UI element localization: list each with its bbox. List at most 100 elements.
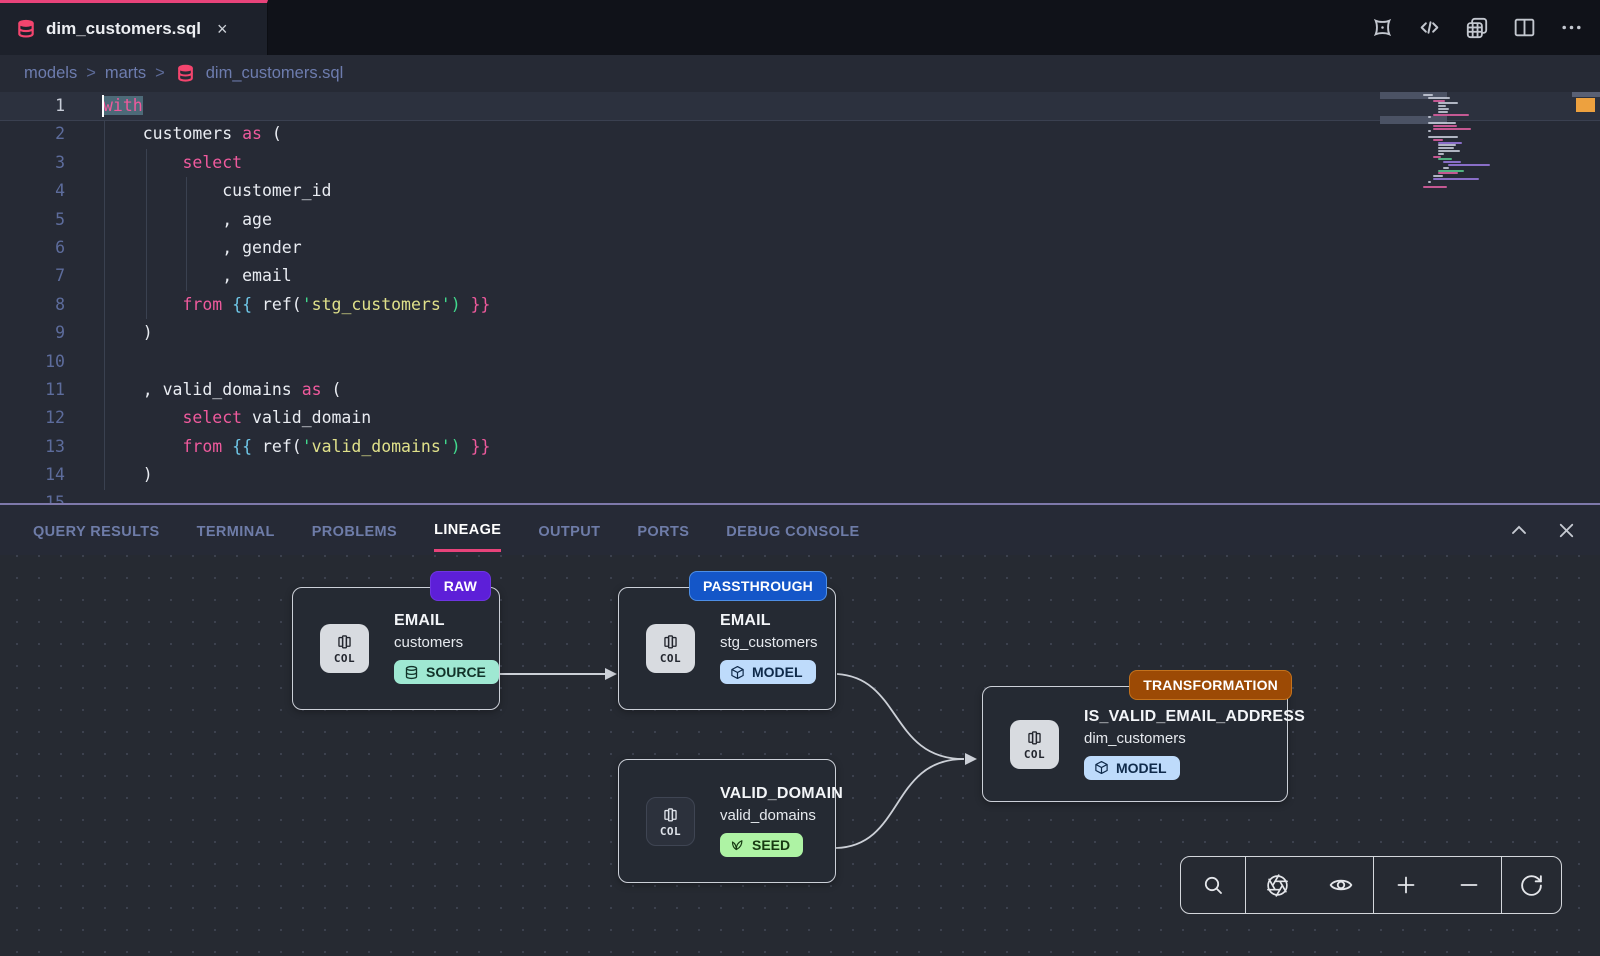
panel-tab-ports[interactable]: PORTS: [637, 510, 689, 551]
tab-dim-customers-sql[interactable]: dim_customers.sql ×: [0, 0, 268, 55]
panel-tab-bar: QUERY RESULTS TERMINAL PROBLEMS LINEAGE …: [0, 505, 1600, 555]
lineage-node-valid-domains[interactable]: COL VALID_DOMAIN valid_domains SEED: [618, 759, 836, 883]
panel-tab-output[interactable]: OUTPUT: [538, 510, 600, 551]
code-line-5[interactable]: 5 , age: [0, 206, 1600, 234]
code-line-13[interactable]: 13 from {{ ref('valid_domains') }}: [0, 433, 1600, 461]
line-number: 4: [0, 177, 80, 205]
node-model-name: valid_domains: [720, 807, 843, 824]
line-number: 6: [0, 234, 80, 262]
code-line-6[interactable]: 6 , gender: [0, 234, 1600, 262]
indent-guide: [104, 120, 105, 490]
column-chip: COL: [646, 624, 695, 673]
indent-guide: [186, 177, 187, 291]
panel-tab-lineage[interactable]: LINEAGE: [434, 508, 501, 552]
editor-actions: [1370, 0, 1584, 55]
zoom-out-icon[interactable]: [1438, 857, 1502, 913]
line-number: 1: [0, 92, 80, 120]
code-line-12[interactable]: 12 select valid_domain: [0, 404, 1600, 432]
database-icon: [176, 64, 195, 83]
database-icon: [404, 665, 419, 680]
panel-tab-debug-console[interactable]: DEBUG CONSOLE: [726, 510, 859, 551]
columns-icon: [660, 805, 681, 824]
line-number: 2: [0, 120, 80, 148]
sprout-icon: [730, 837, 745, 852]
source-badge: SOURCE: [394, 660, 499, 684]
model-badge: MODEL: [720, 660, 816, 684]
node-model-name: stg_customers: [720, 634, 818, 651]
cube-icon: [1094, 760, 1109, 775]
breadcrumb-separator: >: [86, 64, 96, 83]
transformation-badge: TRANSFORMATION: [1129, 670, 1292, 700]
close-icon[interactable]: [1555, 519, 1578, 542]
panel-controls: [1507, 505, 1578, 555]
code-line-4[interactable]: 4 customer_id: [0, 177, 1600, 205]
breadcrumb: models > marts > dim_customers.sql: [0, 55, 1600, 92]
database-icon: [16, 19, 36, 39]
cube-icon: [730, 665, 745, 680]
line-number: 5: [0, 206, 80, 234]
lineage-node-dim-customers[interactable]: TRANSFORMATION COL IS_VALID_EMAIL_ADDRES…: [982, 686, 1288, 802]
breadcrumb-marts[interactable]: marts: [105, 64, 146, 83]
code-line-10[interactable]: 10: [0, 348, 1600, 376]
minimap[interactable]: [1420, 92, 1545, 220]
scrollbar-slider[interactable]: [1572, 92, 1600, 97]
collapse-chevron-up-icon[interactable]: [1507, 518, 1531, 542]
code-line-7[interactable]: 7 , email: [0, 262, 1600, 290]
code-line-1[interactable]: 1with: [0, 92, 1600, 120]
breadcrumb-separator: >: [155, 64, 165, 83]
breadcrumb-models[interactable]: models: [24, 64, 77, 83]
column-chip: COL: [320, 624, 369, 673]
code-line-3[interactable]: 3 select: [0, 149, 1600, 177]
code-line-2[interactable]: 2 customers as (: [0, 120, 1600, 148]
lineage-node-stg-customers[interactable]: PASSTHROUGH COL EMAIL stg_customers: [618, 587, 836, 710]
code-line-11[interactable]: 11 , valid_domains as (: [0, 376, 1600, 404]
node-column-name: VALID_DOMAIN: [720, 785, 843, 803]
zoom-in-icon[interactable]: [1374, 857, 1438, 913]
split-editor-icon[interactable]: [1512, 15, 1537, 40]
tab-close-icon[interactable]: ×: [217, 20, 228, 38]
line-number: 14: [0, 461, 80, 489]
node-column-name: IS_VALID_EMAIL_ADDRESS: [1084, 708, 1305, 726]
code-line-15[interactable]: 15: [0, 489, 1600, 503]
line-number: 9: [0, 319, 80, 347]
column-chip: COL: [646, 797, 695, 846]
node-column-name: EMAIL: [720, 612, 818, 630]
code-line-9[interactable]: 9 ): [0, 319, 1600, 347]
editor-tab-bar: dim_customers.sql ×: [0, 0, 1600, 55]
aperture-icon[interactable]: [1246, 857, 1310, 913]
code-line-14[interactable]: 14 ): [0, 461, 1600, 489]
panel-tab-query-results[interactable]: QUERY RESULTS: [33, 510, 160, 551]
copy-tables-icon[interactable]: [1464, 15, 1490, 41]
line-number: 15: [0, 489, 80, 503]
more-icon[interactable]: [1559, 15, 1584, 40]
indent-guide: [146, 149, 147, 319]
text-cursor: [102, 95, 104, 117]
dbt-pinwheel-icon[interactable]: [1370, 15, 1395, 40]
search-icon[interactable]: [1181, 857, 1245, 913]
refresh-icon[interactable]: [1502, 857, 1561, 913]
panel-tab-problems[interactable]: PROBLEMS: [312, 510, 397, 551]
line-number: 8: [0, 291, 80, 319]
passthrough-badge: PASSTHROUGH: [689, 571, 827, 601]
vertical-scrollbar[interactable]: [1572, 92, 1600, 503]
line-number: 12: [0, 404, 80, 432]
code-line-8[interactable]: 8 from {{ ref('stg_customers') }}: [0, 291, 1600, 319]
line-number: 11: [0, 376, 80, 404]
lineage-node-customers[interactable]: RAW COL EMAIL customers: [292, 587, 500, 710]
code-editor[interactable]: 1with2 customers as (3 select4 customer_…: [0, 92, 1600, 503]
columns-icon: [1024, 728, 1045, 747]
model-badge: MODEL: [1084, 756, 1180, 780]
eye-icon[interactable]: [1310, 857, 1374, 913]
seed-badge: SEED: [720, 833, 803, 857]
ide-window: dim_customers.sql ×: [0, 0, 1600, 956]
scrollbar-orange-marker: [1576, 98, 1595, 112]
code-lines: 1with2 customers as (3 select4 customer_…: [0, 92, 1600, 503]
code-icon[interactable]: [1417, 15, 1442, 40]
breadcrumb-file[interactable]: dim_customers.sql: [206, 64, 344, 83]
column-chip: COL: [1010, 720, 1059, 769]
lineage-canvas[interactable]: RAW COL EMAIL customers: [0, 555, 1600, 956]
line-number: 3: [0, 149, 80, 177]
columns-icon: [660, 632, 681, 651]
line-number: 13: [0, 433, 80, 461]
panel-tab-terminal[interactable]: TERMINAL: [197, 510, 275, 551]
